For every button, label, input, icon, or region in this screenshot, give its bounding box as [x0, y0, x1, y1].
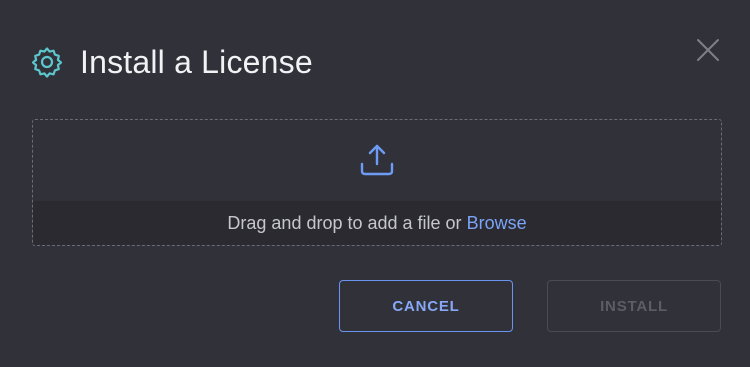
install-license-dialog: Install a License Drag and drop to add a… — [0, 0, 750, 367]
close-icon[interactable] — [694, 36, 722, 64]
upload-icon — [359, 142, 395, 178]
gear-icon — [30, 45, 64, 79]
install-button[interactable]: INSTALL — [547, 280, 721, 332]
dropzone-text: Drag and drop to add a file or — [227, 212, 462, 233]
dialog-title: Install a License — [80, 43, 313, 80]
close-button[interactable] — [694, 36, 722, 64]
browse-link[interactable]: Browse — [467, 213, 527, 234]
cancel-button[interactable]: CANCEL — [339, 280, 513, 332]
dropzone-instruction: Drag and drop to add a file or Browse — [33, 201, 721, 245]
dialog-header: Install a License — [30, 42, 313, 82]
file-dropzone[interactable]: Drag and drop to add a file or Browse — [32, 119, 722, 246]
